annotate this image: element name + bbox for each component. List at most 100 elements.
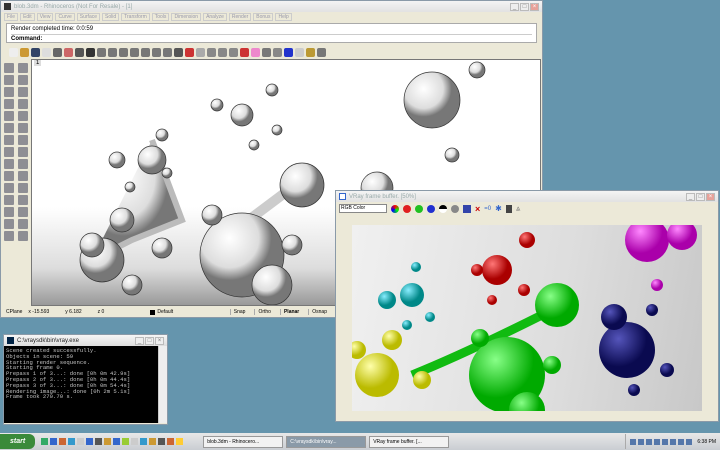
toolbar-button-icon[interactable] <box>53 47 62 57</box>
tool-icon[interactable] <box>4 171 14 181</box>
toolbar-button-icon[interactable] <box>75 47 84 57</box>
rhino-title-bar[interactable]: blob.3dm - Rhinoceros (Not For Resale) -… <box>1 1 542 12</box>
render-region-icon[interactable]: ✱ <box>495 204 502 213</box>
quick-launch-icon[interactable] <box>158 438 166 445</box>
toolbar-button-icon[interactable] <box>306 47 315 57</box>
tool-icon[interactable] <box>18 231 28 241</box>
toolbar-button-icon[interactable] <box>20 47 29 57</box>
toolbar-button-icon[interactable] <box>295 47 304 57</box>
command-prompt[interactable]: Command: <box>11 34 532 44</box>
menu-file[interactable]: File <box>4 13 19 21</box>
menu-edit[interactable]: Edit <box>20 13 35 21</box>
console-scrollbar[interactable] <box>158 346 167 423</box>
toolbar-button-icon[interactable] <box>251 47 260 57</box>
menu-tools[interactable]: Tools <box>151 13 170 21</box>
menu-render[interactable]: Render <box>228 13 252 21</box>
viewport-tab[interactable]: 1 <box>34 60 42 66</box>
start-button[interactable]: start <box>0 434 36 449</box>
task-vray[interactable]: VRay frame buffer. [... <box>369 435 450 448</box>
quick-launch-icon[interactable] <box>95 438 103 445</box>
menu-dimension[interactable]: Dimension <box>171 13 202 21</box>
toolbar-button-icon[interactable] <box>196 47 205 57</box>
save-image-icon[interactable] <box>463 204 471 213</box>
quick-launch-icon[interactable] <box>104 438 112 445</box>
quick-launch-icon[interactable] <box>68 438 76 445</box>
console-title-bar[interactable]: C:\vraysdk\bin\vray.exe _ □ × <box>4 335 167 346</box>
toolbar-button-icon[interactable] <box>141 47 150 57</box>
channel-select[interactable]: RGB Color <box>339 204 387 213</box>
tool-icon[interactable] <box>18 87 28 97</box>
tool-icon[interactable] <box>18 123 28 133</box>
osnap-toggle[interactable]: Osnap <box>308 309 330 315</box>
menu-bonus[interactable]: Bonus <box>253 13 274 21</box>
command-area[interactable]: Render completed time: 0:0:59 Command: <box>6 23 537 43</box>
snap-toggle[interactable]: Snap <box>229 309 249 315</box>
green-channel-icon[interactable] <box>415 204 423 213</box>
maximize-button[interactable]: □ <box>696 192 705 201</box>
tool-icon[interactable] <box>18 147 28 157</box>
toolbar-button-icon[interactable] <box>240 47 249 57</box>
tool-icon[interactable] <box>18 219 28 229</box>
tool-icon[interactable] <box>18 99 28 109</box>
toolbar-button-icon[interactable] <box>86 47 95 57</box>
toolbar-button-icon[interactable] <box>284 47 293 57</box>
tool-icon[interactable] <box>4 159 14 169</box>
maximize-button[interactable]: □ <box>145 336 154 345</box>
menu-view[interactable]: View <box>36 13 54 21</box>
tool-icon[interactable] <box>4 207 14 217</box>
history-icon[interactable] <box>505 204 512 213</box>
quick-launch-icon[interactable] <box>113 438 121 445</box>
color-correction-icon[interactable]: ⩓ <box>516 204 521 214</box>
close-button[interactable]: × <box>706 192 715 201</box>
minimize-button[interactable]: _ <box>135 336 144 345</box>
monochrome-icon[interactable] <box>451 204 459 213</box>
rgb-channels-icon[interactable] <box>391 204 399 213</box>
quick-launch-icon[interactable] <box>59 438 67 445</box>
toolbar-button-icon[interactable] <box>163 47 172 57</box>
tool-icon[interactable] <box>4 75 14 85</box>
quick-launch-icon[interactable] <box>140 438 148 445</box>
toolbar-button-icon[interactable] <box>9 47 18 57</box>
minimize-button[interactable]: _ <box>510 2 519 11</box>
toolbar-button-icon[interactable] <box>152 47 161 57</box>
toolbar-button-icon[interactable] <box>31 47 40 57</box>
blue-channel-icon[interactable] <box>427 204 435 213</box>
tool-icon[interactable] <box>18 111 28 121</box>
quick-launch-icon[interactable] <box>50 438 58 445</box>
toolbar-button-icon[interactable] <box>185 47 194 57</box>
toolbar-button-icon[interactable] <box>130 47 139 57</box>
toolbar-button-icon[interactable] <box>119 47 128 57</box>
minimize-button[interactable]: _ <box>686 192 695 201</box>
toolbar-button-icon[interactable] <box>207 47 216 57</box>
quick-launch-icon[interactable] <box>122 438 130 445</box>
tool-icon[interactable] <box>4 219 14 229</box>
quick-launch-icon[interactable] <box>77 438 85 445</box>
toolbar-button-icon[interactable] <box>317 47 326 57</box>
quick-launch-icon[interactable] <box>131 438 139 445</box>
tool-icon[interactable] <box>4 183 14 193</box>
tool-icon[interactable] <box>18 135 28 145</box>
maximize-button[interactable]: □ <box>520 2 529 11</box>
planar-toggle[interactable]: Planar <box>279 309 302 315</box>
toolbar-button-icon[interactable] <box>108 47 117 57</box>
menu-analyze[interactable]: Analyze <box>203 13 227 21</box>
tool-icon[interactable] <box>4 123 14 133</box>
toolbar-button-icon[interactable] <box>218 47 227 57</box>
tool-icon[interactable] <box>18 63 28 73</box>
layer-button[interactable]: Default <box>157 309 173 315</box>
menu-curve[interactable]: Curve <box>55 13 75 21</box>
tool-icon[interactable] <box>4 195 14 205</box>
tool-icon[interactable] <box>18 183 28 193</box>
tool-icon[interactable] <box>4 147 14 157</box>
tool-icon[interactable] <box>4 135 14 145</box>
tool-icon[interactable] <box>4 63 14 73</box>
quick-launch-icon[interactable] <box>167 438 175 445</box>
toolbar-button-icon[interactable] <box>273 47 282 57</box>
tool-icon[interactable] <box>4 87 14 97</box>
tool-icon[interactable] <box>18 159 28 169</box>
toolbar-button-icon[interactable] <box>174 47 183 57</box>
tool-icon[interactable] <box>18 171 28 181</box>
clear-image-icon[interactable]: × <box>475 204 480 214</box>
menu-transform[interactable]: Transform <box>121 13 150 21</box>
tool-icon[interactable] <box>18 207 28 217</box>
